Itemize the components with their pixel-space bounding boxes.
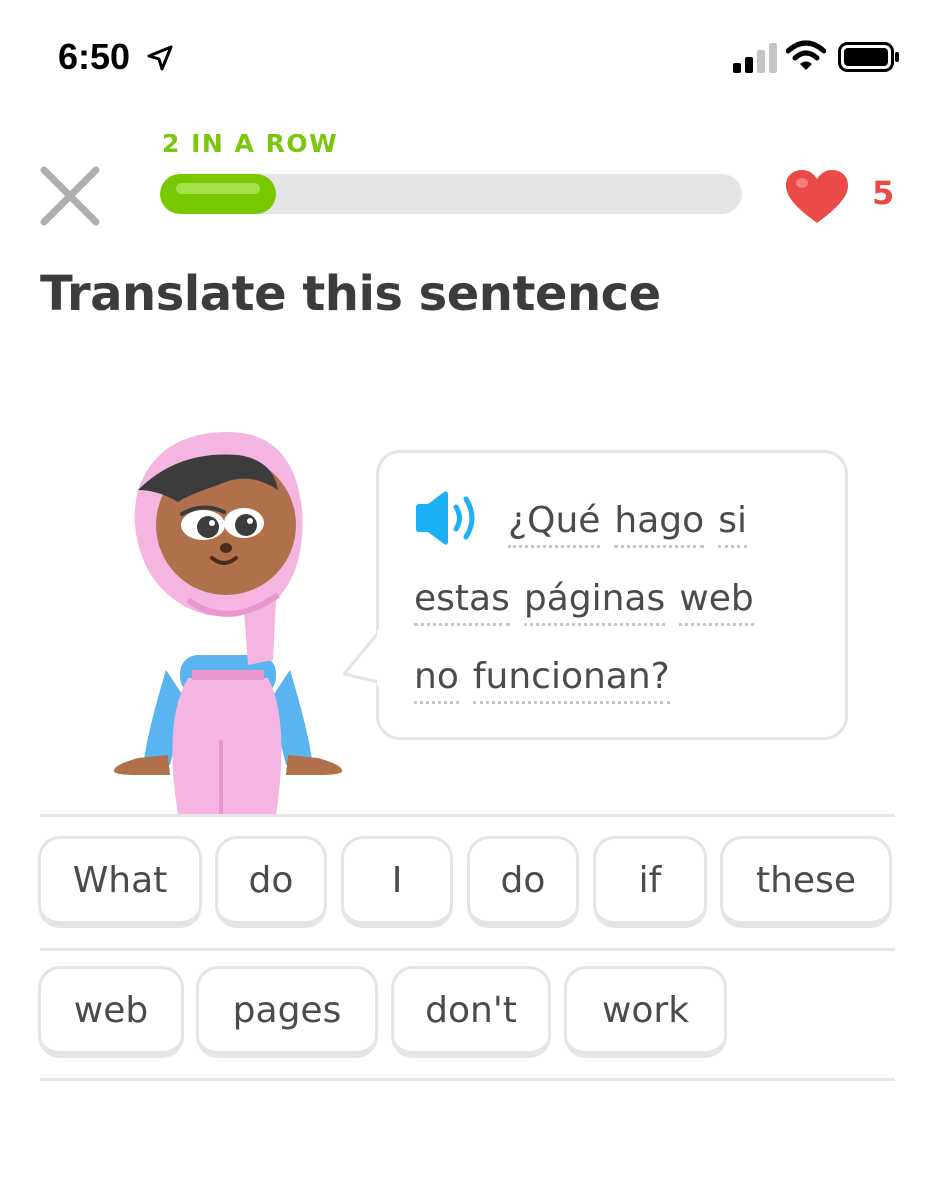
word-tile[interactable]: work bbox=[564, 966, 727, 1058]
word-tile[interactable]: pages bbox=[196, 966, 378, 1058]
character-illustration bbox=[113, 432, 343, 815]
close-button[interactable] bbox=[38, 164, 102, 228]
speaker-icon[interactable] bbox=[414, 490, 480, 546]
prompt-word[interactable]: funcionan? bbox=[472, 656, 670, 704]
status-bar: 6:50 bbox=[0, 0, 935, 110]
status-time: 6:50 bbox=[58, 36, 131, 77]
word-tile[interactable]: these bbox=[720, 836, 892, 928]
word-tile[interactable]: What bbox=[38, 836, 202, 928]
answer-line bbox=[40, 948, 895, 951]
word-tile[interactable]: if bbox=[593, 836, 707, 928]
word-tile[interactable]: do bbox=[467, 836, 579, 928]
prompt-line-3: no funcionan? bbox=[414, 656, 670, 704]
close-icon bbox=[40, 166, 100, 226]
word-tile[interactable]: web bbox=[38, 966, 184, 1058]
prompt-word[interactable]: páginas bbox=[523, 578, 666, 626]
speech-bubble-tail bbox=[342, 630, 382, 686]
prompt-word[interactable]: ¿Qué bbox=[508, 500, 601, 548]
prompt-word[interactable]: no bbox=[414, 656, 459, 704]
answer-line bbox=[40, 814, 895, 817]
word-tile[interactable]: don't bbox=[391, 966, 551, 1058]
prompt-line-1: ¿Qué hago si bbox=[508, 500, 747, 548]
heart-icon bbox=[786, 170, 848, 223]
lesson-progress-bar bbox=[160, 174, 742, 214]
prompt-word[interactable]: web bbox=[679, 578, 754, 626]
page-title: Translate this sentence bbox=[40, 266, 661, 322]
word-tile[interactable]: do bbox=[215, 836, 327, 928]
battery-icon bbox=[838, 42, 899, 72]
answer-line bbox=[40, 1078, 895, 1081]
wifi-icon bbox=[786, 40, 826, 70]
prompt-word[interactable]: hago bbox=[614, 500, 705, 548]
prompt-word[interactable]: estas bbox=[414, 578, 510, 626]
streak-label: 2 IN A ROW bbox=[162, 129, 339, 158]
progress-highlight bbox=[176, 183, 261, 194]
cellular-signal-icon bbox=[733, 43, 777, 73]
progress-fill bbox=[160, 174, 277, 214]
hearts-count: 5 bbox=[872, 174, 895, 212]
location-arrow-icon bbox=[147, 45, 173, 71]
word-tile[interactable]: I bbox=[341, 836, 453, 928]
prompt-word[interactable]: si bbox=[718, 500, 747, 548]
prompt-line-2: estas páginas web bbox=[414, 578, 754, 626]
